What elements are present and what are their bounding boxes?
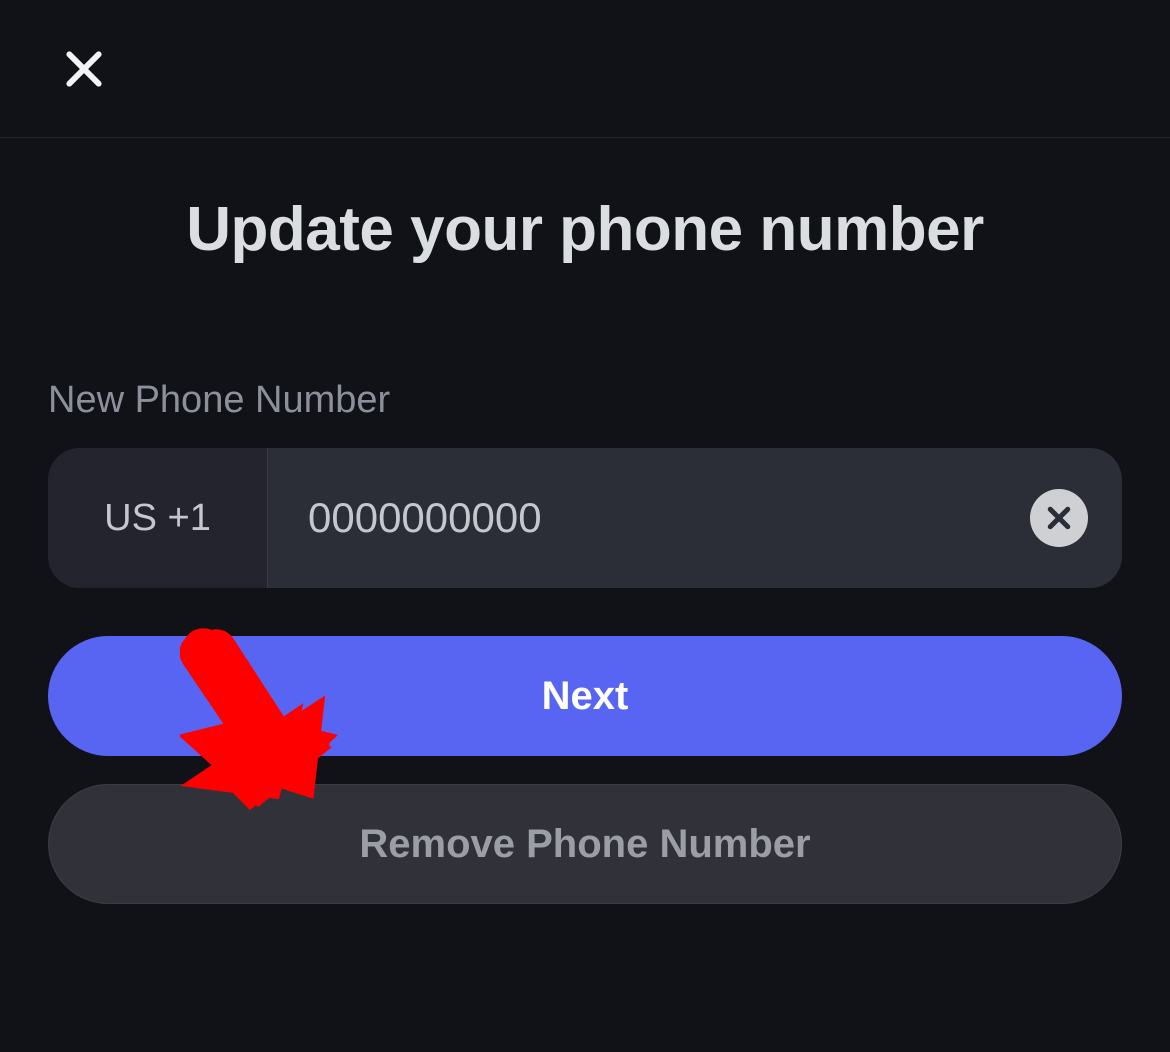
next-button[interactable]: Next bbox=[48, 636, 1122, 756]
clear-input-icon[interactable] bbox=[1030, 489, 1088, 547]
country-code-select[interactable]: US +1 bbox=[48, 448, 268, 588]
modal-content: Update your phone number New Phone Numbe… bbox=[0, 194, 1170, 904]
modal-header bbox=[0, 0, 1170, 138]
phone-input-row: US +1 bbox=[48, 448, 1122, 588]
remove-phone-button[interactable]: Remove Phone Number bbox=[48, 784, 1122, 904]
phone-field-label: New Phone Number bbox=[48, 379, 1122, 422]
page-title: Update your phone number bbox=[48, 194, 1122, 265]
close-icon[interactable] bbox=[56, 41, 112, 97]
phone-input-wrap bbox=[268, 448, 1122, 588]
phone-number-input[interactable] bbox=[308, 494, 1030, 542]
